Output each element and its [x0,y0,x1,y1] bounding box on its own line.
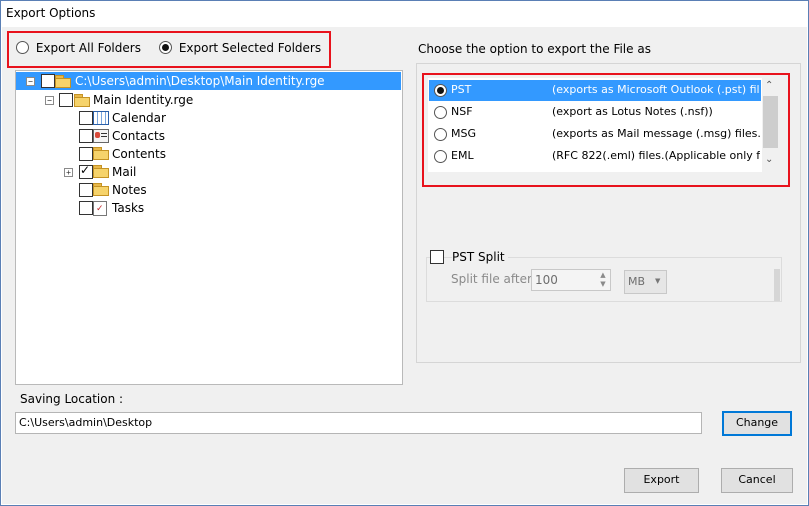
collapse-root-icon[interactable]: − [26,77,35,86]
notes-checkbox[interactable] [79,183,93,197]
change-button[interactable]: Change [722,411,792,436]
folder-tree-panel[interactable]: − C:\Users\admin\Desktop\Main Identity.r… [15,70,403,385]
collapse-identity-icon[interactable]: − [45,96,54,105]
calendar-checkbox[interactable] [79,111,93,125]
export-selected-folders-radio[interactable]: Export Selected Folders [159,40,321,55]
format-heading: Choose the option to export the File as [418,42,651,56]
export-all-folders-label: Export All Folders [35,40,141,55]
export-options-window: Export Options Export All Folders Export… [0,0,809,506]
tree-folder-label: Tasks [112,201,145,215]
title-bar: Export Options [1,1,808,27]
stepper-up-icon[interactable]: ▲ [597,271,609,279]
cancel-button[interactable]: Cancel [721,468,793,493]
window-title: Export Options [6,6,96,20]
export-all-folders-radio[interactable]: Export All Folders [16,40,141,55]
export-selected-folders-label: Export Selected Folders [178,40,322,55]
split-unit-dropdown[interactable]: MB ▼ [624,270,667,294]
tree-folder-label: Calendar [112,111,166,125]
tasks-checkbox[interactable] [79,201,93,215]
split-after-label: Split file after [451,272,532,286]
split-size-value: 100 [535,273,558,287]
folder-icon [93,165,109,178]
dialog-body: Export All Folders Export Selected Folde… [2,27,807,504]
saving-location-label: Saving Location : [20,392,124,406]
contents-checkbox[interactable] [79,147,93,161]
folder-icon [93,147,109,160]
root-checkbox[interactable] [41,74,55,88]
format-list-highlight [422,73,790,187]
pst-split-checkbox[interactable] [430,250,444,264]
calendar-icon [93,111,109,125]
pst-split-label: PST Split [452,250,508,264]
split-size-stepper[interactable]: 100 ▲ ▼ [531,269,611,291]
tree-identity-label: Main Identity.rge [93,93,194,107]
saving-location-input[interactable]: C:\Users\admin\Desktop [15,412,702,434]
tree-folder-label: Contacts [112,129,165,143]
tree-folder-label: Contents [112,147,166,161]
tree-folder-label: Notes [112,183,147,197]
contacts-checkbox[interactable] [79,129,93,143]
tree-folder-label: Mail [112,165,137,179]
tasks-icon: ✓ [93,201,107,216]
contacts-icon [93,129,109,143]
mail-checkbox[interactable] [79,163,93,179]
saving-location-value: C:\Users\admin\Desktop [19,416,153,429]
radio-on-icon [159,41,172,54]
pst-split-group-right [774,269,780,301]
chevron-down-icon: ▼ [655,277,661,285]
identity-folder-icon [74,94,90,107]
stepper-down-icon[interactable]: ▼ [597,280,609,288]
tree-root-label: C:\Users\admin\Desktop\Main Identity.rge [75,74,325,88]
radio-off-icon [16,41,29,54]
split-unit-value: MB [628,275,646,288]
open-folder-icon [55,75,71,88]
folder-icon [93,183,109,196]
export-button[interactable]: Export [624,468,699,493]
identity-checkbox[interactable] [59,93,73,107]
expand-mail-icon[interactable]: + [64,168,73,177]
